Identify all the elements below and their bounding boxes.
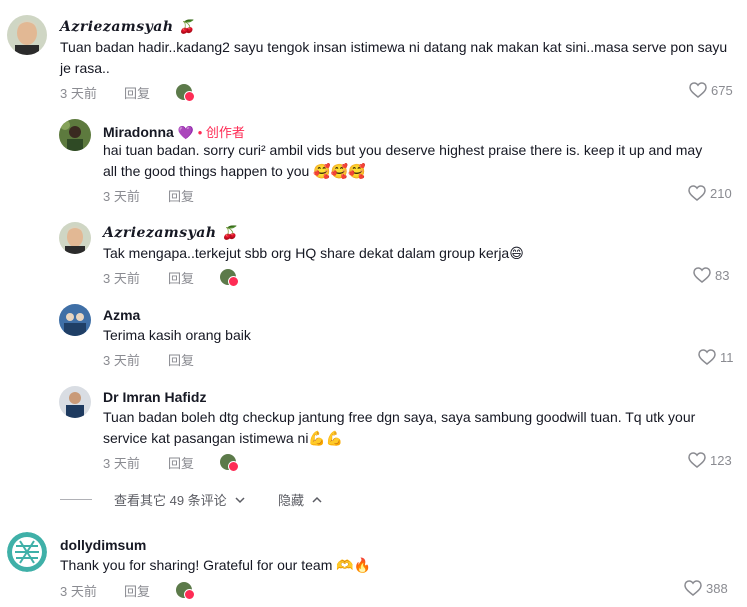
avatar[interactable] <box>7 15 47 55</box>
chevron-down-icon <box>235 496 245 503</box>
reply-button[interactable]: 回复 <box>168 268 194 287</box>
author-name[interactable]: Azriezamsyah <box>60 19 174 35</box>
like-button[interactable]: 210 <box>688 185 732 201</box>
heart-icon <box>693 267 711 283</box>
like-button[interactable]: 83 <box>693 267 729 283</box>
creator-label: 创作者 <box>205 125 245 140</box>
like-button[interactable]: 388 <box>684 580 728 596</box>
reply-button[interactable]: 回复 <box>168 453 194 472</box>
view-more-replies[interactable]: 查看其它 49 条评论 <box>60 490 247 509</box>
heart-icon <box>689 82 707 98</box>
author-name[interactable]: Dr Imran Hafidz <box>103 389 206 405</box>
creator-liked-avatar <box>176 582 195 600</box>
heart-icon <box>684 580 702 596</box>
heart-badge-icon <box>184 589 195 600</box>
like-button[interactable]: 123 <box>688 452 732 468</box>
avatar[interactable] <box>7 532 47 572</box>
author-badge: 🍒 <box>178 20 196 35</box>
comment-author[interactable]: Azma <box>103 307 140 323</box>
reply-button[interactable]: 回复 <box>168 350 194 369</box>
avatar[interactable] <box>59 304 91 336</box>
comment-text: Thank you for sharing! Grateful for our … <box>60 557 372 573</box>
like-count: 388 <box>706 580 728 596</box>
comment-time: 3 天前 <box>60 584 97 599</box>
creator-liked-avatar <box>220 269 239 287</box>
heart-badge-icon <box>228 276 239 287</box>
like-count: 675 <box>711 82 733 98</box>
author-name[interactable]: Azriezamsyah <box>103 225 217 241</box>
heart-icon <box>688 185 706 201</box>
heart-badge-icon <box>228 461 239 472</box>
heart-icon <box>688 452 706 468</box>
comment-time: 3 天前 <box>103 353 140 368</box>
hide-replies-button[interactable]: 隐藏 <box>278 490 324 509</box>
avatar[interactable] <box>59 222 91 254</box>
creator-tag: • 创作者 <box>197 125 245 140</box>
comment-time: 3 天前 <box>103 271 140 286</box>
like-count: 83 <box>715 267 730 283</box>
comment-text: Tak mengapa..terkejut sbb org HQ share d… <box>103 245 524 261</box>
like-count: 123 <box>710 452 732 468</box>
comment-time: 3 天前 <box>60 86 97 101</box>
divider-line <box>60 499 92 500</box>
avatar[interactable] <box>59 119 91 151</box>
reply-button[interactable]: 回复 <box>124 83 150 102</box>
like-button[interactable]: 11 <box>698 349 734 365</box>
chevron-up-icon <box>312 496 322 503</box>
like-button[interactable]: 675 <box>689 82 733 98</box>
view-more-label[interactable]: 查看其它 49 条评论 <box>114 490 227 509</box>
comment-text: Tuan badan hadir..kadang2 sayu tengok in… <box>60 39 728 76</box>
reply-button[interactable]: 回复 <box>124 581 150 600</box>
reply-button[interactable]: 回复 <box>168 186 194 205</box>
author-badge: 💜 <box>177 125 194 140</box>
comment-text: Terima kasih orang baik <box>103 327 251 343</box>
creator-liked-avatar <box>220 454 239 472</box>
avatar[interactable] <box>59 386 91 418</box>
author-name[interactable]: Azma <box>103 307 140 323</box>
comment-author[interactable]: Miradonna 💜 • 创作者 <box>103 122 245 141</box>
heart-icon <box>698 349 716 365</box>
comment-author[interactable]: dollydimsum <box>60 537 146 553</box>
author-name[interactable]: dollydimsum <box>60 537 146 553</box>
comment-author[interactable]: Dr Imran Hafidz <box>103 389 206 405</box>
comment-time: 3 天前 <box>103 456 140 471</box>
author-badge: 🍒 <box>221 226 239 241</box>
heart-badge-icon <box>184 91 195 102</box>
like-count: 210 <box>710 185 732 201</box>
comment-author[interactable]: Azriezamsyah 🍒 <box>60 19 196 35</box>
comment-text: Tuan badan boleh dtg checkup jantung fre… <box>103 409 696 446</box>
comment-author[interactable]: Azriezamsyah 🍒 <box>103 225 239 241</box>
like-count: 11 <box>720 349 734 365</box>
creator-liked-avatar <box>176 84 195 102</box>
comment-time: 3 天前 <box>103 189 140 204</box>
author-name[interactable]: Miradonna <box>103 124 174 140</box>
comment-text: hai tuan badan. sorry curi² ambil vids b… <box>103 142 703 179</box>
hide-label[interactable]: 隐藏 <box>278 490 304 509</box>
